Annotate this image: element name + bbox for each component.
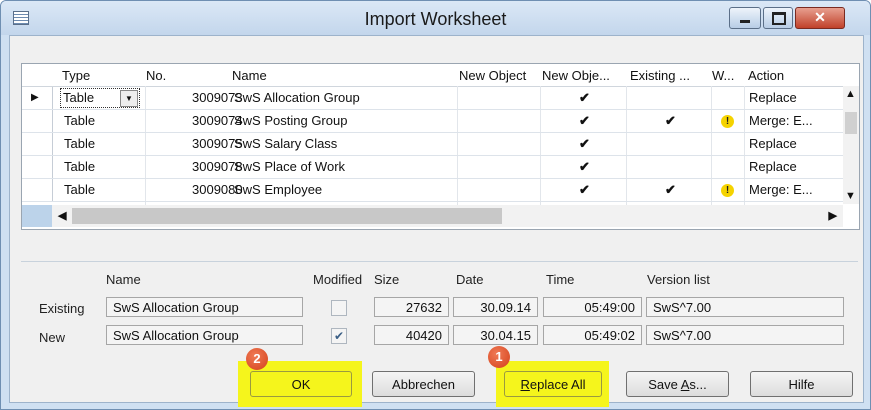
header-modified: Modified: [313, 272, 363, 287]
cell-name: SwS Salary Class: [234, 136, 338, 151]
header-time: Time: [546, 272, 575, 287]
save-as-button[interactable]: Save As...: [626, 371, 729, 397]
new-time-field: 05:49:02: [543, 325, 642, 345]
cell-action: Replace: [749, 90, 797, 105]
header-version: Version list: [647, 272, 710, 287]
table-row[interactable]: Table 3009075 SwS Salary Class ✔ Replace: [22, 133, 843, 156]
maximize-button[interactable]: [763, 7, 793, 29]
replace-all-accesskey: R: [520, 377, 530, 392]
ok-button[interactable]: OK: [250, 371, 352, 397]
import-worksheet-window: Import Worksheet ✕ Type No. Name New Obj…: [0, 0, 871, 410]
existing-size-field: 27632: [374, 297, 449, 317]
save-as-label-start: Save: [648, 377, 681, 392]
table-row[interactable]: Table 3009078 SwS Place of Work ✔ Replac…: [22, 156, 843, 179]
chevron-down-icon[interactable]: ▼: [120, 90, 138, 107]
cell-action: Merge: E...: [749, 113, 813, 128]
cell-type: Table: [64, 113, 96, 128]
existing-date-field: 30.09.14: [453, 297, 538, 317]
objects-grid: Type No. Name New Object New Obje... Exi…: [21, 63, 860, 230]
cell-type: Table: [64, 136, 96, 151]
col-type[interactable]: Type: [62, 68, 90, 86]
step-badge-1: 1: [488, 346, 510, 368]
col-name[interactable]: Name: [232, 68, 267, 86]
vertical-scrollbar[interactable]: ▲ ▼: [843, 86, 859, 204]
cell-action: Replace: [749, 136, 797, 151]
grid-corner: [22, 205, 52, 227]
col-warning[interactable]: W...: [712, 68, 734, 86]
cancel-button[interactable]: Abbrechen: [372, 371, 475, 397]
row-selector[interactable]: [22, 156, 53, 178]
replace-all-button[interactable]: Replace All: [504, 371, 602, 397]
header-name: Name: [106, 272, 141, 287]
current-row-icon: ▶: [31, 92, 39, 103]
new-version-field: SwS^7.00: [646, 325, 844, 345]
cell-action: Replace: [749, 159, 797, 174]
scroll-left-icon[interactable]: ◀: [58, 209, 66, 222]
minimize-icon: [740, 20, 750, 23]
existing-label: Existing: [39, 301, 85, 316]
existing-time-field: 05:49:00: [543, 297, 642, 317]
header-size: Size: [374, 272, 400, 287]
cell-name: SwS Place of Work: [234, 159, 346, 174]
col-existing[interactable]: Existing ...: [630, 68, 690, 86]
table-row[interactable]: Table 3009080 SwS Employee ✔ ✔ ! Merge: …: [22, 179, 843, 202]
type-value: Table: [63, 90, 95, 105]
new-date-field: 30.04.15: [453, 325, 538, 345]
row-selector[interactable]: ▶: [22, 87, 53, 109]
close-icon: ✕: [814, 9, 826, 25]
help-button[interactable]: Hilfe: [750, 371, 853, 397]
cell-type: Table: [64, 159, 96, 174]
new-name-field: SwS Allocation Group: [106, 325, 303, 345]
row-selector[interactable]: [22, 133, 53, 155]
check-icon: ✔: [665, 182, 676, 197]
check-icon: ✔: [579, 90, 590, 105]
cell-type: Table: [64, 182, 96, 197]
check-icon: ✔: [579, 182, 590, 197]
scroll-right-icon[interactable]: ▶: [829, 209, 837, 222]
cell-name: SwS Posting Group: [234, 113, 348, 128]
table-row[interactable]: Table 3009074 SwS Posting Group ✔ ✔ ! Me…: [22, 110, 843, 133]
row-selector[interactable]: [22, 110, 53, 132]
existing-name-field: SwS Allocation Group: [106, 297, 303, 317]
col-new-object[interactable]: New Object: [459, 68, 526, 86]
type-dropdown[interactable]: Table ▼: [60, 88, 140, 108]
cell-action: Merge: E...: [749, 182, 813, 197]
col-action[interactable]: Action: [748, 68, 784, 86]
cell-name: SwS Employee: [234, 182, 323, 197]
minimize-button[interactable]: [729, 7, 761, 29]
step-badge-2: 2: [246, 348, 268, 370]
title-bar: Import Worksheet ✕: [1, 1, 870, 35]
row-selector[interactable]: [22, 179, 53, 201]
new-modified-checkbox: ✔: [331, 328, 347, 344]
close-button[interactable]: ✕: [795, 7, 845, 29]
cell-name: SwS Allocation Group: [234, 90, 360, 105]
check-icon: ✔: [579, 113, 590, 128]
new-size-field: 40420: [374, 325, 449, 345]
table-row[interactable]: ▶ Table ▼ 3009073 SwS Allocation Group ✔…: [22, 87, 843, 110]
warning-icon: !: [721, 115, 734, 128]
horizontal-scrollbar[interactable]: ◀ ▶: [52, 205, 843, 227]
vertical-scroll-thumb[interactable]: [845, 112, 857, 134]
scroll-up-icon[interactable]: ▲: [845, 88, 856, 100]
maximize-icon: [772, 12, 786, 25]
existing-modified-checkbox: [331, 300, 347, 316]
col-no[interactable]: No.: [146, 68, 166, 86]
header-date: Date: [456, 272, 484, 287]
existing-version-field: SwS^7.00: [646, 297, 844, 317]
col-new-obje[interactable]: New Obje...: [542, 68, 610, 86]
horizontal-scroll-thumb[interactable]: [72, 208, 502, 224]
warning-icon: !: [721, 184, 734, 197]
replace-all-label: eplace All: [529, 377, 586, 392]
scroll-down-icon[interactable]: ▼: [845, 190, 856, 202]
save-as-label-end: s...: [689, 377, 707, 392]
check-icon: ✔: [665, 113, 676, 128]
new-label: New: [39, 330, 66, 345]
check-icon: ✔: [579, 136, 590, 151]
check-icon: ✔: [579, 159, 590, 174]
